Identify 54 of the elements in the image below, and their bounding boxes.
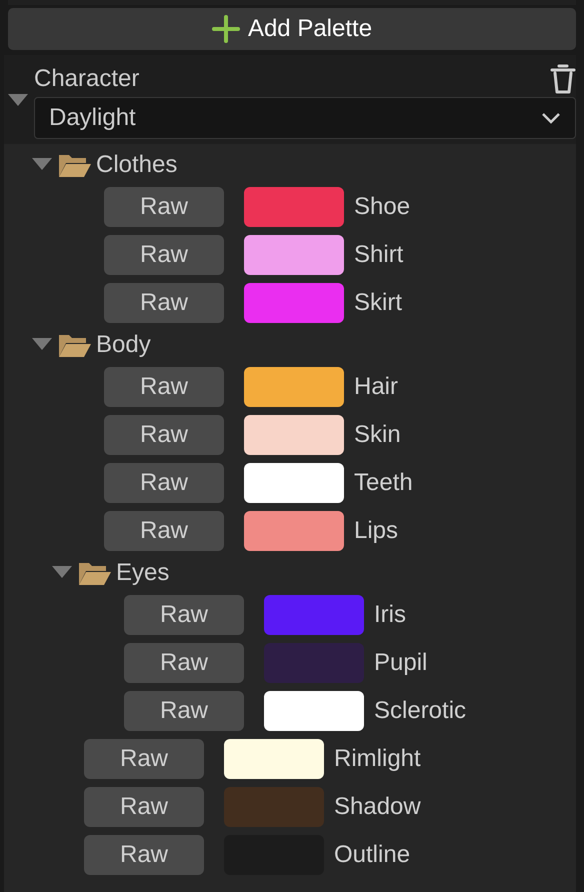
color-label: Skin [354,421,401,449]
color-swatch[interactable] [244,367,344,407]
expand-triangle-icon[interactable] [32,338,52,352]
raw-button[interactable]: Raw [124,691,244,731]
color-swatch[interactable] [244,283,344,323]
raw-button[interactable]: Raw [104,367,224,407]
expand-triangle-icon[interactable] [52,566,72,580]
add-palette-button[interactable]: Add Palette [8,8,576,50]
color-label: Iris [374,601,406,629]
group-label[interactable]: Eyes [116,559,170,587]
color-label: Shirt [354,241,404,269]
raw-button[interactable]: Raw [104,283,224,323]
raw-button[interactable]: Raw [104,187,224,227]
color-label: Pupil [374,649,428,677]
color-label: Rimlight [334,745,421,773]
color-swatch[interactable] [244,187,344,227]
folder-icon [58,332,92,358]
color-label: Outline [334,841,410,869]
color-label: Skirt [354,289,402,317]
color-label: Teeth [354,469,413,497]
color-label: Shoe [354,193,410,221]
color-swatch[interactable] [244,235,344,275]
color-label: Lips [354,517,398,545]
color-swatch[interactable] [244,511,344,551]
folder-icon [78,560,112,586]
group-label[interactable]: Clothes [96,151,178,179]
color-swatch[interactable] [244,415,344,455]
plus-icon [212,15,240,43]
color-swatch[interactable] [244,463,344,503]
raw-button[interactable]: Raw [124,595,244,635]
chevron-down-icon [541,112,561,124]
color-swatch[interactable] [264,691,364,731]
color-swatch[interactable] [264,643,364,683]
raw-button[interactable]: Raw [104,235,224,275]
color-swatch[interactable] [224,787,324,827]
raw-button[interactable]: Raw [84,739,204,779]
color-label: Sclerotic [374,697,466,725]
color-label: Hair [354,373,398,401]
expand-triangle-icon[interactable] [8,94,28,108]
raw-button[interactable]: Raw [84,835,204,875]
color-label: Shadow [334,793,421,821]
color-swatch[interactable] [264,595,364,635]
raw-button[interactable]: Raw [84,787,204,827]
expand-triangle-icon[interactable] [32,158,52,172]
folder-icon [58,152,92,178]
group-label[interactable]: Body [96,331,151,359]
raw-button[interactable]: Raw [104,415,224,455]
color-swatch[interactable] [224,739,324,779]
raw-button[interactable]: Raw [124,643,244,683]
raw-button[interactable]: Raw [104,463,224,503]
palette-name: Character [34,65,140,93]
preset-dropdown[interactable]: Daylight [34,97,576,139]
trash-icon[interactable] [550,64,576,94]
raw-button[interactable]: Raw [104,511,224,551]
